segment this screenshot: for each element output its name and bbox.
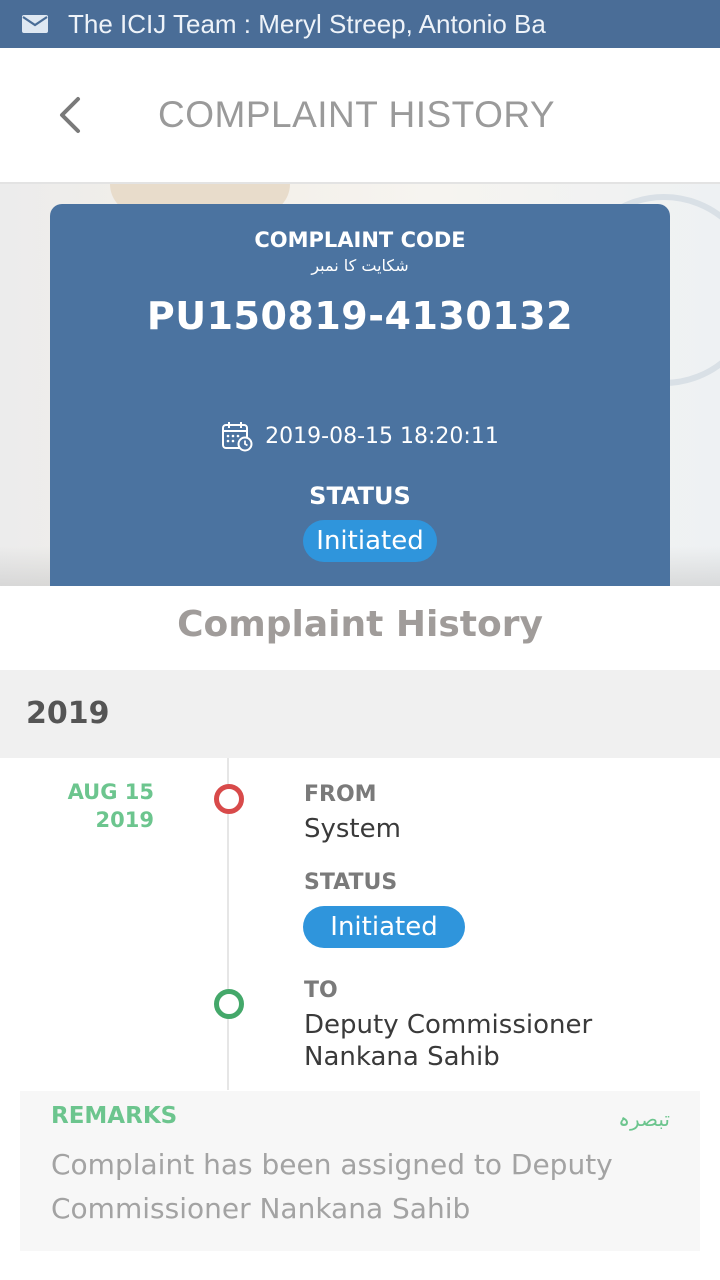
year-label: 2019 — [26, 696, 110, 731]
remarks-box: REMARKS تبصرہ Complaint has been assigne… — [20, 1091, 700, 1251]
timeline-dot-to — [214, 989, 244, 1019]
from-value: System — [304, 814, 401, 844]
complaint-code-value: PU150819-4130132 — [146, 294, 574, 338]
page-title: COMPLAINT HISTORY — [158, 94, 556, 135]
notification-text: The ICIJ Team : Meryl Streep, Antonio Ba — [68, 8, 546, 39]
remarks-label-urdu: تبصرہ — [618, 1107, 670, 1131]
complaint-code-label: COMPLAINT CODE — [254, 228, 466, 252]
status-label: STATUS — [309, 482, 411, 510]
year-header: 2019 — [0, 670, 720, 758]
to-label: TO — [304, 978, 338, 1003]
datetime-text: 2019-08-15 18:20:11 — [265, 423, 499, 449]
status-badge: Initiated — [303, 520, 437, 562]
calendar-clock-icon — [222, 422, 253, 452]
complaint-datetime: 2019-08-15 18:20:11 — [50, 420, 670, 452]
hero-banner: COMPLAINT CODE شکایت کا نمبر PU150819-41… — [0, 184, 720, 586]
complaint-code-label-urdu: شکایت کا نمبر — [311, 256, 409, 275]
chevron-left-icon[interactable] — [50, 93, 90, 137]
entry-date-year: 2019 — [95, 808, 154, 832]
from-label: FROM — [304, 782, 377, 807]
section-title: Complaint History — [177, 604, 543, 645]
to-value: Deputy Commissioner Nankana Sahib — [304, 1010, 593, 1072]
entry-status-badge: Initiated — [303, 906, 465, 948]
complaint-card: COMPLAINT CODE شکایت کا نمبر PU150819-41… — [50, 204, 670, 586]
app-header: COMPLAINT HISTORY — [0, 48, 720, 184]
timeline-dot-from — [214, 784, 244, 814]
remarks-label: REMARKS — [51, 1103, 178, 1129]
mail-icon — [22, 15, 48, 33]
entry-date-month: AUG 15 — [67, 780, 154, 804]
remarks-text: Complaint has been assigned to Deputy Co… — [51, 1148, 613, 1225]
entry-status-label: STATUS — [304, 870, 398, 895]
notification-bar: The ICIJ Team : Meryl Streep, Antonio Ba — [0, 0, 720, 48]
